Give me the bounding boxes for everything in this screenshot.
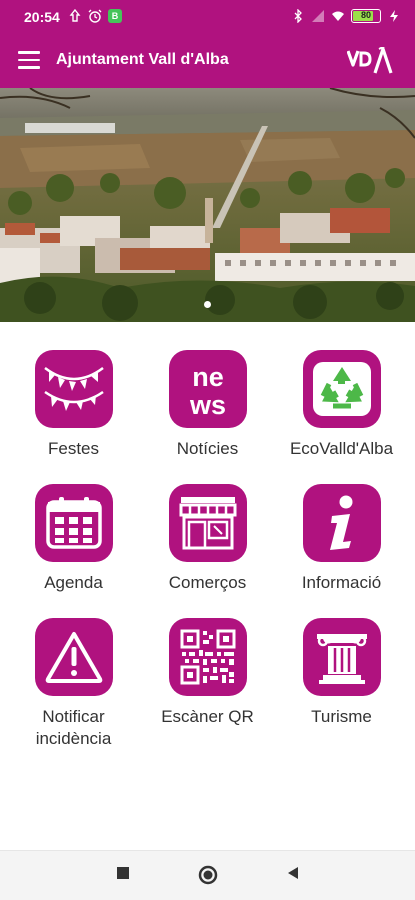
recycle-icon <box>302 350 381 428</box>
vda-logo[interactable] <box>347 47 393 75</box>
info-icon <box>302 484 381 562</box>
tile-label: Informació <box>301 573 382 592</box>
battery-level: 80 <box>360 10 371 20</box>
wifi-icon <box>332 11 344 21</box>
status-time: 20:54 <box>24 9 60 25</box>
tile-label: Turisme <box>311 707 372 726</box>
tile-ecovalldalba[interactable]: EcoValld'Alba <box>274 350 409 460</box>
tile-label: Notícies <box>176 439 239 458</box>
bluetooth-icon <box>294 9 302 23</box>
svg-text:ne: ne <box>192 362 224 392</box>
notification-icon <box>69 9 81 22</box>
menu-button[interactable] <box>18 51 40 69</box>
shop-icon <box>168 484 247 562</box>
tile-label: EcoValld'Alba <box>289 439 394 458</box>
tile-label: Festes <box>47 439 100 458</box>
tile-escaner-qr[interactable]: Escàner QR <box>140 618 275 728</box>
system-nav-bar <box>0 850 415 900</box>
tile-label: Notificar incidència <box>35 707 112 748</box>
app-bar: Ajuntament Vall d'Alba <box>0 34 415 88</box>
charging-icon <box>390 10 398 22</box>
tile-informacio[interactable]: Informació <box>274 484 409 594</box>
home-button[interactable] <box>198 865 218 885</box>
hamburger-icon <box>18 51 40 54</box>
qr-code-icon <box>168 618 247 696</box>
app-badge-icon: B <box>108 9 122 23</box>
carousel-indicator <box>0 301 415 308</box>
hamburger-line <box>18 58 40 61</box>
tile-notificar-incidencia[interactable]: Notificar incidència <box>6 618 141 750</box>
tile-label: Comerços <box>168 573 247 592</box>
hero-carousel[interactable] <box>0 88 415 322</box>
carousel-dot[interactable] <box>204 301 211 308</box>
tile-festes[interactable]: Festes <box>6 350 141 460</box>
back-button[interactable] <box>286 866 300 880</box>
column-icon <box>302 618 381 696</box>
battery-icon: 80 <box>351 9 381 23</box>
alarm-icon <box>88 9 102 23</box>
warning-icon <box>34 618 113 696</box>
tile-turisme[interactable]: Turisme <box>274 618 409 728</box>
tile-comercos[interactable]: Comerços <box>140 484 275 594</box>
town-photo <box>0 88 415 322</box>
tile-noticies[interactable]: ne ws Notícies <box>140 350 275 460</box>
tile-label: Escàner QR <box>161 707 254 726</box>
tile-label: Agenda <box>44 573 103 592</box>
app-title: Ajuntament Vall d'Alba <box>56 51 229 68</box>
svg-text:ws: ws <box>188 390 225 418</box>
tile-agenda[interactable]: Agenda <box>6 484 141 594</box>
calendar-icon <box>34 484 113 562</box>
news-icon: ne ws <box>168 350 247 428</box>
signal-icon <box>312 10 324 22</box>
festes-icon <box>34 350 113 428</box>
status-bar: 20:54 B 80 <box>0 0 415 34</box>
recents-button[interactable] <box>116 866 130 880</box>
hamburger-line <box>18 66 40 69</box>
